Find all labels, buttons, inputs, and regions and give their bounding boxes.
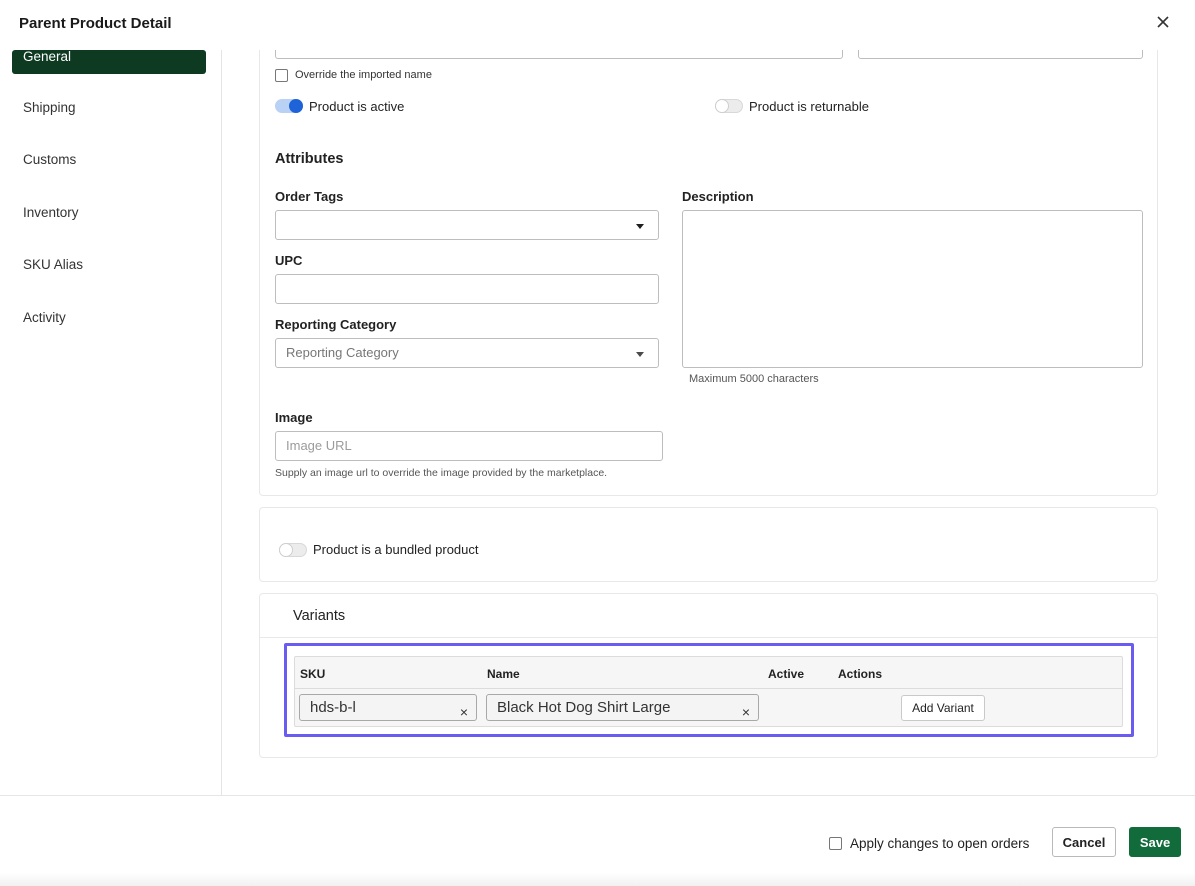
reporting-category-label: Reporting Category [275,317,397,332]
product-active-label: Product is active [309,99,405,114]
sidebar-item-general[interactable]: General [12,50,206,74]
reporting-category-select[interactable]: Reporting Category [275,338,659,368]
variants-heading: Variants [293,608,346,624]
bundled-product-toggle[interactable] [279,543,307,557]
image-url-input[interactable]: Image URL [275,431,663,461]
sidebar-item-inventory[interactable]: Inventory [12,198,206,228]
image-label: Image [275,410,313,425]
apply-open-orders-checkbox[interactable] [829,837,842,850]
modal-footer: Apply changes to open orders Cancel Save [0,795,1195,886]
description-textarea[interactable] [682,210,1143,368]
chevron-down-icon [636,352,644,357]
variants-divider [260,637,1157,638]
upc-input[interactable] [275,274,659,304]
sidebar-item-sku-alias[interactable]: SKU Alias [12,250,206,280]
sidebar: General Shipping Customs Inventory SKU A… [0,50,222,795]
toggle-knob [279,543,293,557]
variants-highlight-box [284,643,1134,737]
sidebar-item-activity[interactable]: Activity [12,303,206,333]
product-secondary-input[interactable] [858,50,1143,59]
order-tags-select[interactable] [275,210,659,240]
product-returnable-toggle[interactable] [715,99,743,113]
close-icon[interactable] [1153,12,1173,32]
cancel-button[interactable]: Cancel [1052,827,1116,857]
image-hint: Supply an image url to override the imag… [275,467,608,479]
product-active-toggle[interactable] [275,99,303,113]
apply-open-orders-label: Apply changes to open orders [850,836,1030,851]
description-hint: Maximum 5000 characters [689,373,819,385]
chevron-down-icon [636,224,644,229]
upc-label: UPC [275,253,303,268]
attributes-heading: Attributes [275,151,344,167]
product-returnable-label: Product is returnable [749,99,869,114]
description-label: Description [682,189,754,204]
toggle-knob [715,99,729,113]
override-name-checkbox[interactable] [275,69,288,82]
image-url-placeholder: Image URL [286,438,352,453]
reporting-category-placeholder: Reporting Category [286,345,399,360]
main-content: Override the imported name Product is ac… [222,50,1195,795]
product-name-input[interactable] [275,50,843,59]
toggle-knob [289,99,303,113]
override-name-label: Override the imported name [295,69,432,81]
bundled-product-label: Product is a bundled product [313,542,479,557]
order-tags-label: Order Tags [275,189,344,204]
modal-header: Parent Product Detail [0,0,1195,50]
modal-title: Parent Product Detail [19,15,172,32]
sidebar-item-shipping[interactable]: Shipping [12,93,206,123]
save-button[interactable]: Save [1129,827,1181,857]
sidebar-item-customs[interactable]: Customs [12,145,206,175]
